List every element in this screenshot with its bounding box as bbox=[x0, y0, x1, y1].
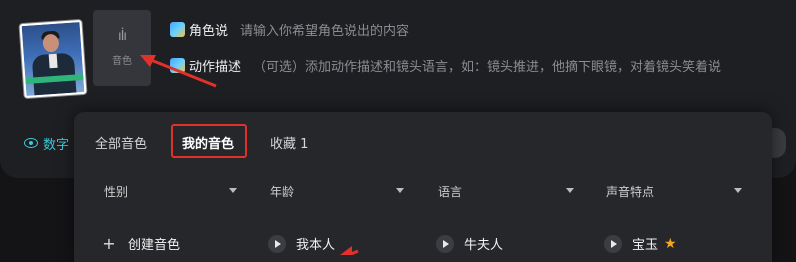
tab-favorites[interactable]: 收藏 1 bbox=[270, 133, 308, 152]
role-say-icon bbox=[170, 22, 185, 37]
create-voice-button[interactable]: + 创建音色 bbox=[100, 234, 180, 253]
voice-item-self[interactable]: 我本人 bbox=[268, 234, 335, 253]
action-desc-row[interactable]: 动作描述 （可选）添加动作描述和镜头语言，如：镜头推进，他摘下眼镜，对着镜头笑着… bbox=[170, 56, 721, 75]
star-icon: ★ bbox=[664, 235, 677, 252]
filter-age[interactable]: 年龄 bbox=[270, 183, 294, 200]
play-icon[interactable] bbox=[604, 234, 622, 253]
waveform-icon: ıİı bbox=[117, 29, 127, 44]
voice-tile-label: 音色 bbox=[112, 56, 132, 67]
digital-human-button[interactable]: 数字 bbox=[24, 129, 69, 157]
plus-icon: + bbox=[102, 233, 116, 253]
chevron-down-icon[interactable] bbox=[396, 188, 404, 193]
filter-language[interactable]: 语言 bbox=[438, 183, 462, 200]
tab-highlight-box bbox=[171, 124, 247, 158]
chevron-down-icon[interactable] bbox=[734, 188, 742, 193]
voice-picker-popover: 全部音色 我的音色 收藏 1 性别 年龄 语言 声音特点 + 创建音色 我本人 … bbox=[74, 112, 772, 262]
role-say-title: 角色说 bbox=[189, 24, 229, 39]
digital-button-label: 数字 bbox=[43, 137, 70, 153]
character-avatar[interactable] bbox=[19, 19, 87, 99]
voice-item-label: 创建音色 bbox=[128, 238, 181, 253]
voice-select-tile[interactable]: ıİı 音色 bbox=[93, 10, 151, 86]
voice-item-label: 牛夫人 bbox=[464, 238, 504, 253]
filter-voice-traits[interactable]: 声音特点 bbox=[606, 183, 654, 200]
chevron-down-icon[interactable] bbox=[566, 188, 574, 193]
voice-item-baoyu[interactable]: 宝玉 ★ bbox=[604, 234, 677, 253]
play-icon[interactable] bbox=[268, 234, 286, 253]
role-say-input[interactable]: 请输入你希望角色说出的内容 bbox=[240, 20, 409, 39]
play-icon[interactable] bbox=[436, 234, 454, 253]
tab-all-voices[interactable]: 全部音色 bbox=[95, 133, 147, 152]
eye-icon bbox=[24, 138, 38, 148]
filter-gender[interactable]: 性别 bbox=[104, 183, 128, 200]
voice-item-label: 宝玉 bbox=[632, 238, 659, 253]
voice-item-niufuren[interactable]: 牛夫人 bbox=[436, 234, 503, 253]
action-desc-icon bbox=[170, 58, 185, 73]
role-say-row[interactable]: 角色说 请输入你希望角色说出的内容 bbox=[170, 20, 409, 39]
chevron-down-icon[interactable] bbox=[229, 188, 237, 193]
action-desc-input[interactable]: （可选）添加动作描述和镜头语言，如：镜头推进，他摘下眼镜，对着镜头笑着说 bbox=[253, 56, 721, 75]
voice-item-label: 我本人 bbox=[296, 238, 336, 253]
action-desc-title: 动作描述 bbox=[189, 60, 242, 75]
